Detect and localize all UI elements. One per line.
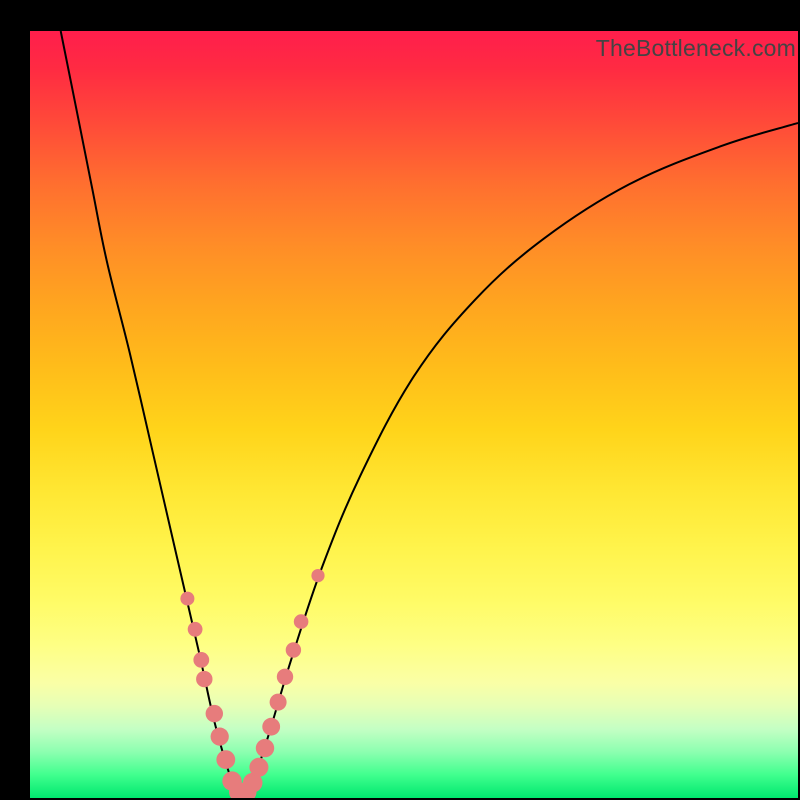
data-point-marker — [216, 750, 235, 769]
data-point-marker — [249, 758, 268, 777]
data-point-marker — [206, 705, 223, 722]
plot-area: TheBottleneck.com — [30, 31, 798, 798]
data-point-marker — [180, 592, 194, 606]
data-point-marker — [311, 569, 324, 582]
markers-layer — [180, 569, 324, 798]
data-point-marker — [211, 728, 229, 746]
data-point-marker — [286, 642, 301, 657]
data-point-marker — [270, 694, 287, 711]
data-point-marker — [196, 671, 212, 687]
data-point-marker — [294, 614, 309, 629]
data-point-marker — [188, 622, 203, 637]
chart-svg — [30, 31, 798, 798]
bottleneck-curve — [61, 31, 798, 796]
chart-frame: TheBottleneck.com — [0, 0, 800, 800]
data-point-marker — [262, 718, 280, 736]
data-point-marker — [193, 652, 209, 668]
data-point-marker — [277, 669, 293, 685]
data-point-marker — [256, 739, 274, 757]
